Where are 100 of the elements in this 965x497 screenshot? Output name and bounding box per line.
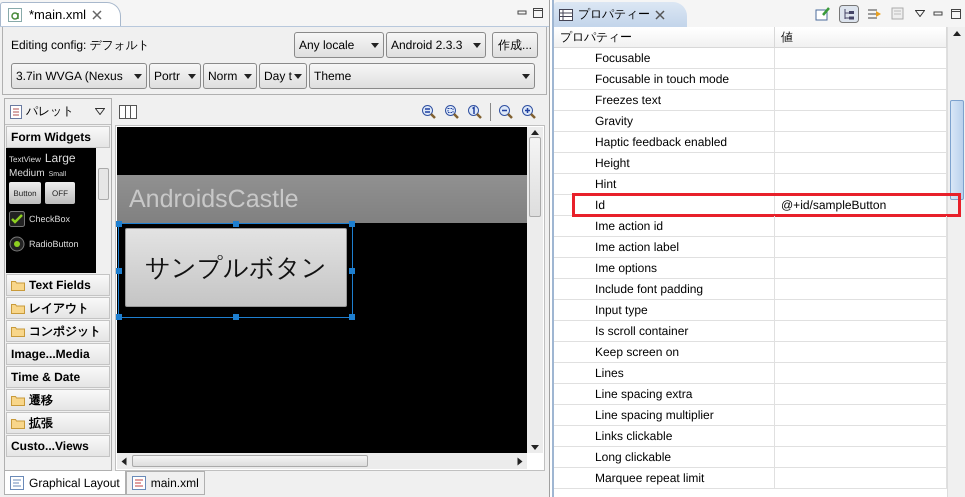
resize-handle[interactable] [233, 221, 239, 227]
folder-icon [11, 418, 25, 428]
vertical-scrollbar[interactable] [527, 127, 543, 453]
widget-medium-label: Medium [9, 168, 45, 179]
editor-tab[interactable]: *main.xml [0, 2, 122, 26]
scrollbar-thumb[interactable] [950, 100, 964, 200]
widget-radio-label: RadioButton [29, 239, 79, 249]
horizontal-scrollbar[interactable] [117, 453, 527, 469]
dropdown-caret-icon [134, 74, 142, 78]
app-title: AndroidsCastle [129, 184, 299, 214]
scrollbar-thumb[interactable] [98, 168, 108, 200]
property-name: Long clickable [554, 447, 775, 467]
config-dropdown[interactable]: 3.7in WVGA (Nexus [11, 63, 147, 89]
zoom-actual-icon[interactable] [467, 104, 483, 120]
resize-handle[interactable] [349, 221, 355, 227]
properties-title: プロパティー [578, 6, 650, 23]
property-name: Focusable [554, 48, 775, 68]
property-name: Line spacing extra [554, 384, 775, 404]
property-name: Is scroll container [554, 321, 775, 341]
palette-category[interactable]: コンポジット [6, 320, 110, 342]
folder-icon [11, 280, 25, 290]
dropdown-caret-icon [244, 74, 252, 78]
scroll-up-icon [952, 31, 960, 36]
config-dropdown[interactable]: Any locale [294, 32, 384, 58]
editor-bottom-tab[interactable]: main.xml [126, 471, 205, 495]
zoom-screen-icon[interactable] [444, 104, 460, 120]
close-icon[interactable] [92, 10, 102, 20]
config-dropdown[interactable]: Portr [149, 63, 201, 89]
resize-handle[interactable] [116, 221, 122, 227]
property-name: Height [554, 153, 775, 173]
maximize-icon[interactable] [951, 8, 961, 18]
dropdown-caret-icon [472, 42, 481, 48]
palette-list-icon [10, 104, 22, 118]
editor-bottom-tab[interactable]: Graphical Layout [4, 471, 126, 495]
maximize-icon[interactable] [533, 8, 543, 18]
dropdown-caret-icon [188, 74, 196, 78]
property-name: Keep screen on [554, 342, 775, 362]
palette-category[interactable]: Form Widgets [6, 126, 110, 148]
property-name: Links clickable [554, 426, 775, 446]
zoom-in-icon[interactable] [521, 104, 537, 120]
zoom-out-icon[interactable] [498, 104, 514, 120]
table-icon [559, 8, 573, 20]
properties-tab[interactable]: プロパティー [554, 2, 687, 27]
property-name: Gravity [554, 111, 775, 131]
scrollbar-thumb[interactable] [529, 137, 541, 217]
scroll-right-icon [518, 457, 522, 465]
menu-triangle-icon[interactable] [95, 108, 105, 115]
palette-category[interactable]: 遷移 [6, 389, 110, 411]
layout-columns-icon[interactable] [119, 104, 137, 118]
palette-category[interactable]: Custo...Views [6, 435, 110, 457]
property-name: Ime options [554, 258, 775, 278]
widget-large-label: Large [44, 151, 76, 165]
selection-box[interactable]: サンプルボタン [118, 223, 353, 318]
palette-category[interactable]: Time & Date [6, 366, 110, 388]
resize-handle[interactable] [116, 314, 122, 320]
palette-category[interactable]: Text Fields [6, 274, 110, 296]
resize-handle[interactable] [233, 314, 239, 320]
sample-button[interactable]: サンプルボタン [125, 228, 347, 307]
scrollbar-thumb[interactable] [132, 455, 368, 467]
palette-category[interactable]: 拡張 [6, 412, 110, 434]
config-dropdown[interactable]: Android 2.3.3 [386, 32, 486, 58]
android-file-icon [7, 6, 23, 22]
property-name: Ime action label [554, 237, 775, 257]
resize-handle[interactable] [349, 268, 355, 274]
menu-triangle-icon[interactable] [915, 10, 925, 17]
column-header[interactable]: プロパティー [554, 27, 775, 47]
property-name: Include font padding [554, 279, 775, 299]
property-name: Ime action id [554, 216, 775, 236]
editor-tab-title: *main.xml [29, 7, 86, 22]
resize-handle[interactable] [116, 268, 122, 274]
palette-category[interactable]: Image...Media [6, 343, 110, 365]
close-icon[interactable] [655, 10, 665, 20]
palette-category[interactable]: レイアウト [6, 297, 110, 319]
widget-toggle[interactable]: OFF [45, 182, 75, 204]
document-icon [10, 476, 24, 490]
property-name: Lines [554, 363, 775, 383]
property-name: Id [554, 195, 775, 215]
config-dropdown[interactable]: Theme [309, 63, 535, 89]
palette-title: パレット [26, 103, 74, 120]
document-icon [132, 476, 146, 490]
widget-button[interactable]: Button [9, 182, 41, 204]
property-name: Freezes text [554, 90, 775, 110]
config-dropdown[interactable]: Norm [203, 63, 257, 89]
scroll-left-icon [122, 457, 126, 465]
minimize-icon[interactable] [933, 8, 943, 18]
config-dropdown[interactable]: Day t [259, 63, 307, 89]
radio-button-icon [9, 236, 25, 252]
zoom-fit-icon[interactable] [421, 104, 437, 120]
folder-icon [11, 302, 25, 314]
widget-textview-label: TextView [9, 155, 41, 164]
create-button[interactable]: 作成... [492, 32, 538, 58]
resize-handle[interactable] [349, 314, 355, 320]
tree-view-icon[interactable] [839, 4, 859, 22]
scroll-down-icon [531, 445, 539, 450]
property-name: Input type [554, 300, 775, 320]
folder-icon [11, 326, 25, 336]
dropdown-caret-icon [370, 42, 379, 48]
edit-icon[interactable] [815, 6, 831, 22]
property-name: Haptic feedback enabled [554, 132, 775, 152]
properties-scrollbar[interactable] [947, 27, 965, 497]
